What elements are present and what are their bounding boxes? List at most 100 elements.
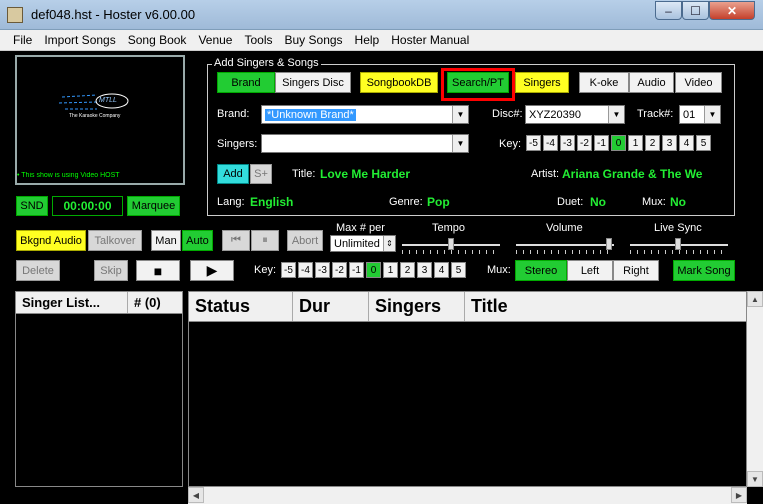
mark-song-button[interactable]: Mark Song	[673, 260, 735, 281]
tab-songbookdb[interactable]: SongbookDB	[360, 72, 438, 93]
title-label: Title:	[292, 168, 316, 180]
track-select[interactable]: 01 ▼	[679, 105, 721, 124]
snd-button[interactable]: SND	[16, 196, 48, 216]
disc-value: XYZ20390	[529, 108, 581, 121]
tab-search-pt[interactable]: Search/PT	[447, 72, 509, 93]
chevron-down-icon: ▼	[608, 106, 624, 123]
volume-slider[interactable]	[516, 244, 614, 246]
tab-singers[interactable]: Singers	[515, 72, 569, 93]
key-button[interactable]: 3	[662, 135, 677, 151]
volume-label: Volume	[546, 222, 583, 234]
key-button[interactable]: 1	[383, 262, 398, 278]
talkover-button[interactable]: Talkover	[88, 230, 142, 251]
auto-button[interactable]: Auto	[182, 230, 213, 251]
menu-file[interactable]: File	[0, 33, 38, 47]
volume-slider-thumb[interactable]	[606, 238, 612, 250]
tab-audio[interactable]: Audio	[629, 72, 674, 93]
stop-icon[interactable]: ■	[136, 260, 180, 281]
menu-hoster-manual[interactable]: Hoster Manual	[385, 33, 475, 47]
max-per-spinner[interactable]: Unlimited ⇕	[330, 235, 396, 252]
minimize-button[interactable]: –	[655, 1, 682, 20]
status-column[interactable]: Status	[189, 292, 293, 321]
title-column[interactable]: Title	[465, 292, 746, 321]
scroll-down-icon[interactable]: ▼	[747, 471, 763, 487]
right-button[interactable]: Right	[613, 260, 659, 281]
live-sync-slider-thumb[interactable]	[675, 238, 681, 250]
mux-value: No	[670, 195, 686, 209]
menu-help[interactable]: Help	[349, 33, 386, 47]
tab-singers-disc[interactable]: Singers Disc	[275, 72, 351, 93]
add-button[interactable]: Add	[217, 164, 249, 184]
singer-list-header: Singer List... # (0)	[16, 292, 182, 314]
marquee-button[interactable]: Marquee	[127, 196, 180, 216]
key-button[interactable]: -2	[332, 262, 347, 278]
abort-button[interactable]: Abort	[287, 230, 323, 251]
left-button[interactable]: Left	[567, 260, 613, 281]
video-preview: MTLL The Karaoke Company	[15, 55, 185, 185]
title-value: Love Me Harder	[320, 167, 411, 181]
menu-tools[interactable]: Tools	[238, 33, 278, 47]
scroll-right-icon[interactable]: ▶	[731, 487, 747, 503]
key-button[interactable]: 5	[696, 135, 711, 151]
key-button-active[interactable]: 0	[366, 262, 381, 278]
tab-video[interactable]: Video	[675, 72, 722, 93]
key-button[interactable]: 5	[451, 262, 466, 278]
key-button[interactable]: 3	[417, 262, 432, 278]
key-button[interactable]: -5	[281, 262, 296, 278]
previous-icon[interactable]: ⏮	[222, 230, 250, 251]
window-title: def048.hst - Hoster v6.00.00	[31, 7, 196, 22]
singers-select[interactable]: ▼	[261, 134, 469, 153]
scroll-up-icon[interactable]: ▲	[747, 291, 763, 307]
singer-list-column[interactable]: Singer List...	[16, 292, 128, 313]
brand-select[interactable]: *Unknown Brand* ▼	[261, 105, 469, 124]
singer-count-column[interactable]: # (0)	[128, 292, 182, 313]
key-button[interactable]: 2	[400, 262, 415, 278]
dur-column[interactable]: Dur	[293, 292, 369, 321]
tab-k-oke[interactable]: K-oke	[579, 72, 629, 93]
play-icon[interactable]: ▶	[190, 260, 234, 281]
tempo-slider-thumb[interactable]	[448, 238, 454, 250]
menu-song-book[interactable]: Song Book	[122, 33, 193, 47]
timer-display: 00:00:00	[52, 196, 123, 216]
delete-button[interactable]: Delete	[16, 260, 60, 281]
genre-value: Pop	[427, 195, 450, 209]
man-button[interactable]: Man	[151, 230, 181, 251]
singer-list[interactable]	[15, 291, 183, 487]
tab-brand[interactable]: Brand	[217, 72, 275, 93]
key-button[interactable]: -5	[526, 135, 541, 151]
menu-buy-songs[interactable]: Buy Songs	[279, 33, 349, 47]
close-button[interactable]: ✕	[709, 1, 755, 20]
key-button[interactable]: 1	[628, 135, 643, 151]
key-button-active[interactable]: 0	[611, 135, 626, 151]
key-button[interactable]: -1	[349, 262, 364, 278]
scroll-left-icon[interactable]: ◀	[188, 487, 204, 503]
lang-label: Lang:	[217, 196, 245, 208]
spinner-arrows-icon: ⇕	[383, 236, 395, 251]
key-button[interactable]: -3	[560, 135, 575, 151]
key-button[interactable]: 4	[434, 262, 449, 278]
vertical-scrollbar[interactable]: ▲ ▼	[747, 291, 763, 487]
chevron-down-icon: ▼	[704, 106, 720, 123]
key-button[interactable]: 2	[645, 135, 660, 151]
track-label: Track#:	[637, 108, 674, 120]
disc-select[interactable]: XYZ20390 ▼	[525, 105, 625, 124]
skip-button[interactable]: Skip	[94, 260, 128, 281]
bkgnd-audio-button[interactable]: Bkgnd Audio	[16, 230, 86, 251]
key-button[interactable]: -4	[543, 135, 558, 151]
key-button[interactable]: -4	[298, 262, 313, 278]
s-plus-button[interactable]: S+	[250, 164, 272, 184]
pause-icon[interactable]: ⏸	[251, 230, 279, 251]
brand-value: *Unknown Brand*	[265, 108, 356, 121]
key-button[interactable]: -3	[315, 262, 330, 278]
singers-column[interactable]: Singers	[369, 292, 465, 321]
key-button[interactable]: 4	[679, 135, 694, 151]
live-sync-ticks	[630, 250, 728, 254]
menu-import-songs[interactable]: Import Songs	[38, 33, 121, 47]
key-button[interactable]: -1	[594, 135, 609, 151]
logo-text: MTLL	[99, 97, 117, 104]
maximize-button[interactable]: ☐	[682, 1, 709, 20]
menu-venue[interactable]: Venue	[192, 33, 238, 47]
key-button[interactable]: -2	[577, 135, 592, 151]
stereo-button[interactable]: Stereo	[515, 260, 567, 281]
horizontal-scrollbar[interactable]: ◀ ▶	[188, 487, 747, 504]
